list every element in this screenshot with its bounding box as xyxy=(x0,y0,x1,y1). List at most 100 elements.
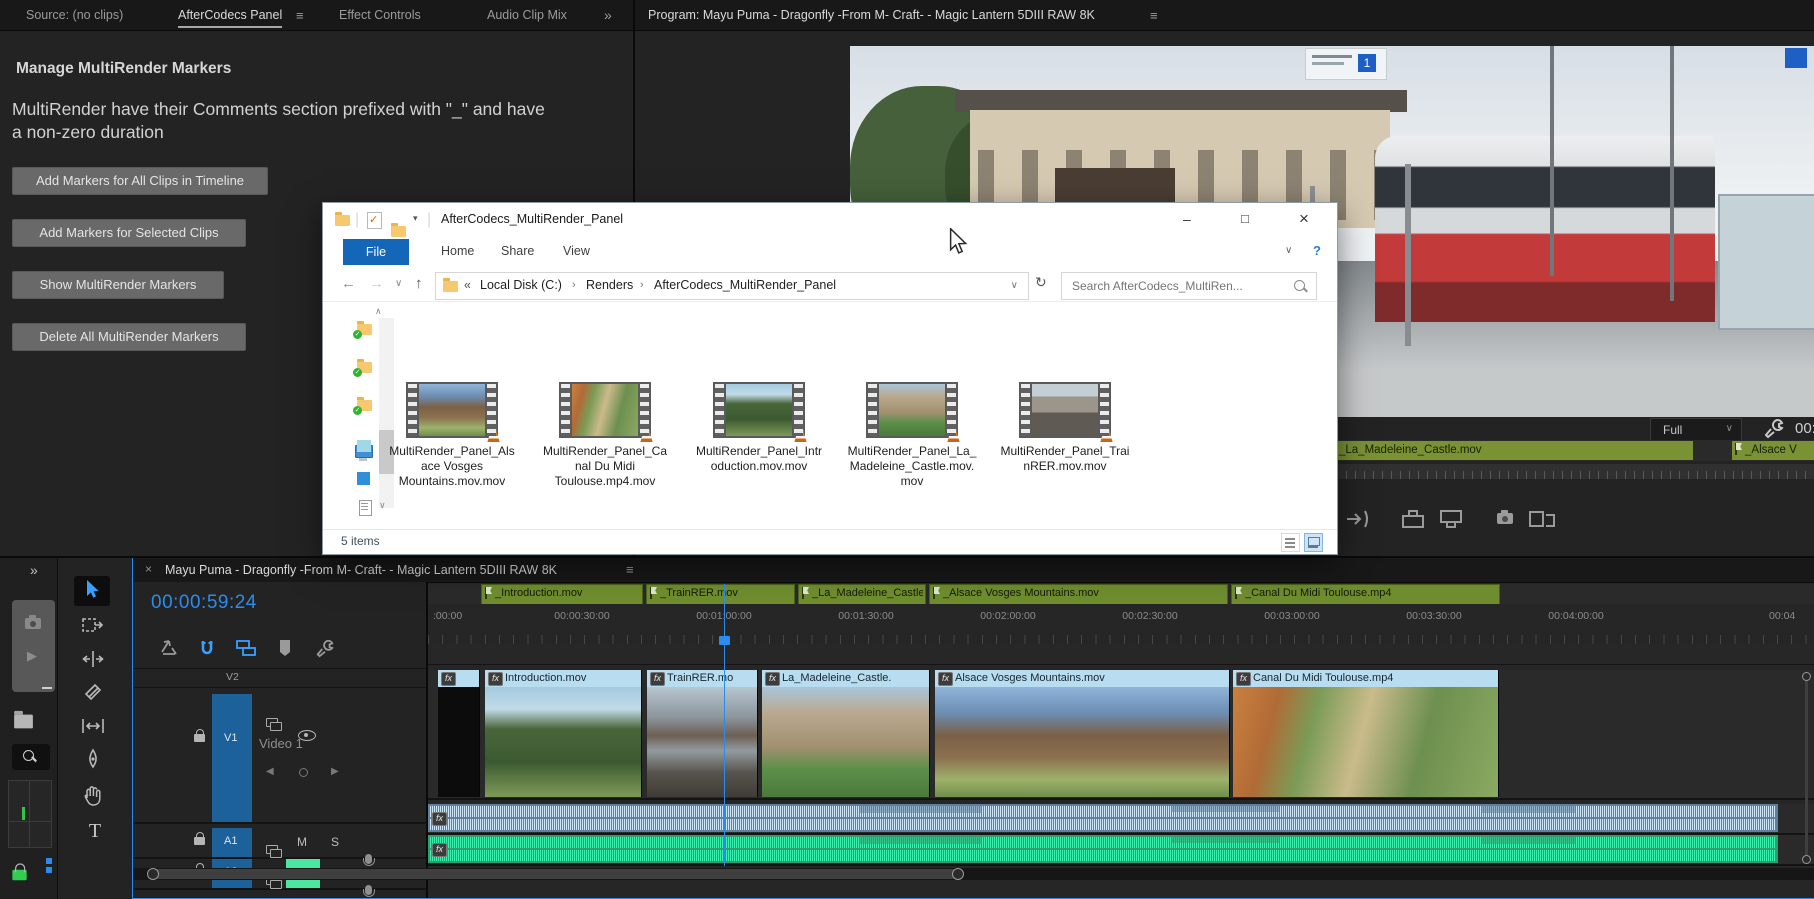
type-tool[interactable]: T xyxy=(85,820,105,842)
snap-magnet-icon[interactable] xyxy=(197,638,217,658)
clip-introduction[interactable]: fx Introduction.mov xyxy=(485,670,642,797)
crumb-chevron[interactable]: › xyxy=(640,279,644,291)
sequence-marker[interactable]: _Introduction.mov xyxy=(481,584,643,604)
program-marker-span[interactable]: _La_Madeleine_Castle.mov xyxy=(1325,441,1693,460)
add-markers-selected-clips-button[interactable]: Add Markers for Selected Clips xyxy=(12,219,246,247)
horizontal-scrollbar[interactable] xyxy=(133,868,1814,880)
file-item[interactable]: MultiRender_Panel_Alsace Vosges Mountain… xyxy=(384,382,520,489)
track-lock-icon[interactable] xyxy=(194,832,205,845)
details-view-toggle[interactable] xyxy=(1281,533,1300,552)
menu-share[interactable]: Share xyxy=(501,244,534,258)
breadcrumb-current-folder[interactable]: AfterCodecs_MultiRender_Panel xyxy=(654,278,836,292)
track-a1-lane[interactable]: fx xyxy=(428,804,1814,835)
scrollbar-handle-right[interactable] xyxy=(952,868,964,880)
menu-file[interactable]: File xyxy=(343,239,409,265)
sync-lock-icon[interactable] xyxy=(266,845,282,858)
file-item[interactable]: MultiRender_Panel_TrainRER.mov.mov xyxy=(997,382,1133,474)
track-a2-lane[interactable]: fx xyxy=(428,835,1814,866)
onedrive-folder-icon[interactable]: ✓ xyxy=(353,397,372,415)
clip-alsace-vosges[interactable]: fx Alsace Vosges Mountains.mov xyxy=(935,670,1230,797)
tab-program-monitor[interactable]: Program: Mayu Puma - Dragonfly -From M- … xyxy=(648,8,1095,22)
tab-source[interactable]: Source: (no clips) xyxy=(26,8,123,22)
nest-sequence-icon[interactable] xyxy=(159,638,179,658)
minimize-button[interactable]: – xyxy=(1183,211,1191,227)
track-v2-header[interactable]: V2 xyxy=(133,668,426,688)
playhead-timecode[interactable]: 00:00:59:24 xyxy=(151,592,257,614)
help-icon[interactable]: ? xyxy=(1313,243,1321,258)
panel-menu-icon[interactable]: ≡ xyxy=(296,8,304,23)
delete-all-multirender-markers-button[interactable]: Delete All MultiRender Markers xyxy=(12,323,246,351)
back-icon[interactable]: ← xyxy=(341,275,356,292)
clip-trainrer[interactable]: fx TrainRER.mo xyxy=(647,670,758,797)
prev-keyframe-icon[interactable]: ◀ xyxy=(266,766,274,777)
history-caret-icon[interactable]: ∨ xyxy=(395,278,402,289)
sync-lock-icon[interactable] xyxy=(266,718,282,731)
track-lock-icon[interactable] xyxy=(194,729,205,742)
crumb-chevron[interactable]: › xyxy=(572,279,576,291)
clip-head-fragment[interactable]: fx xyxy=(438,670,480,797)
clip-la-madeleine-castle[interactable]: fx La_Madeleine_Castle. xyxy=(762,670,930,797)
timeline-settings-wrench-icon[interactable] xyxy=(315,638,335,658)
close-button[interactable]: × xyxy=(1299,209,1309,229)
address-field[interactable]: « Local Disk (C:) › Renders › AfterCodec… xyxy=(435,272,1029,300)
documents-icon[interactable] xyxy=(359,500,372,516)
audio-clip-a1[interactable]: fx xyxy=(428,804,1778,832)
desktop-icon[interactable] xyxy=(357,472,370,485)
nav-scroll-up-icon[interactable]: ∧ xyxy=(375,306,382,317)
sequence-marker[interactable]: _TrainRER.mov xyxy=(646,584,795,604)
track-v2-lane[interactable] xyxy=(428,644,1814,665)
sequence-marker[interactable]: _Alsace Vosges Mountains.mov xyxy=(929,584,1228,604)
scrollbar-handle-left[interactable] xyxy=(147,868,159,880)
folder-up-icon[interactable] xyxy=(14,710,33,729)
ribbon-collapse-icon[interactable]: ∨ xyxy=(1285,245,1292,256)
sequence-marker[interactable]: _La_Madeleine_Castle.m xyxy=(798,584,926,604)
file-item[interactable]: MultiRender_Panel_La_Madeleine_Castle.mo… xyxy=(844,382,980,489)
show-multirender-markers-button[interactable]: Show MultiRender Markers xyxy=(12,271,224,299)
nav-scroll-down-icon[interactable]: ∨ xyxy=(379,500,386,511)
time-ruler[interactable]: :00:00 00:00:30:00 00:01:00:00 00:01:30:… xyxy=(428,604,1814,644)
tab-audio-clip-mixer[interactable]: Audio Clip Mix xyxy=(487,8,567,22)
extract-icon[interactable] xyxy=(1438,508,1464,530)
slip-tool[interactable] xyxy=(80,715,106,737)
playhead-head[interactable] xyxy=(719,636,730,645)
timeline-minimap[interactable] xyxy=(8,780,52,848)
vertical-scrollbar[interactable] xyxy=(1802,672,1811,864)
mute-button-a1[interactable]: M xyxy=(297,835,307,849)
file-item[interactable]: MultiRender_Panel_Canal Du Midi Toulouse… xyxy=(537,382,673,489)
zoom-level-select[interactable]: Full ∨ xyxy=(1650,418,1742,442)
menu-home[interactable]: Home xyxy=(441,244,474,258)
clip-canal-du-midi[interactable]: fx Canal Du Midi Toulouse.mp4 xyxy=(1233,670,1499,797)
onedrive-folder-icon[interactable]: ✓ xyxy=(353,359,372,377)
qat-caret-icon[interactable]: ▾ xyxy=(413,213,418,224)
track-v1-header[interactable]: V1 Video 1 ◀ ▶ xyxy=(133,694,426,824)
next-keyframe-icon[interactable]: ▶ xyxy=(331,766,339,777)
comparison-view-icon[interactable] xyxy=(1528,508,1556,530)
solo-button-a1[interactable]: S xyxy=(331,835,339,849)
vscroll-handle-bottom[interactable] xyxy=(1802,855,1811,864)
track-v1-target[interactable]: V1 xyxy=(212,694,252,822)
breadcrumb-renders[interactable]: Renders xyxy=(586,278,633,292)
audio-clip-a2[interactable]: fx xyxy=(428,835,1778,863)
track-select-forward-tool[interactable] xyxy=(81,614,105,636)
tab-aftercodecs-panel[interactable]: AfterCodecs Panel xyxy=(178,8,282,22)
media-browser-thumb[interactable]: ▶ xyxy=(12,600,55,692)
properties-check-icon[interactable]: ✓ xyxy=(367,212,382,229)
explorer-titlebar[interactable]: | ✓ ▾ | AfterCodecs_MultiRender_Panel – … xyxy=(323,203,1337,237)
track-a1-target[interactable]: A1 xyxy=(212,828,252,857)
playhead-line[interactable] xyxy=(724,584,725,866)
add-markers-all-clips-button[interactable]: Add Markers for All Clips in Timeline xyxy=(12,167,268,195)
razor-tool[interactable] xyxy=(82,681,104,703)
forward-icon[interactable]: → xyxy=(369,275,384,292)
track-a1-header[interactable]: A1 M S xyxy=(133,828,426,866)
thumbnail-view-toggle[interactable] xyxy=(1304,533,1323,552)
settings-wrench-icon[interactable] xyxy=(1763,417,1785,439)
timeline-panel-menu-icon[interactable]: ≡ xyxy=(626,562,634,577)
program-panel-menu-icon[interactable]: ≡ xyxy=(1150,8,1158,23)
sequence-marker-row[interactable]: _Introduction.mov _TrainRER.mov _La_Made… xyxy=(428,584,1814,604)
track-v1-name[interactable]: Video 1 xyxy=(259,736,303,751)
hand-tool[interactable] xyxy=(82,784,104,808)
search-field[interactable] xyxy=(1061,272,1317,300)
tab-sequence[interactable]: Mayu Puma - Dragonfly -From M- Craft- - … xyxy=(165,563,557,577)
search-box-collapsed[interactable] xyxy=(12,744,50,770)
voiceover-mic-icon[interactable] xyxy=(362,885,375,897)
